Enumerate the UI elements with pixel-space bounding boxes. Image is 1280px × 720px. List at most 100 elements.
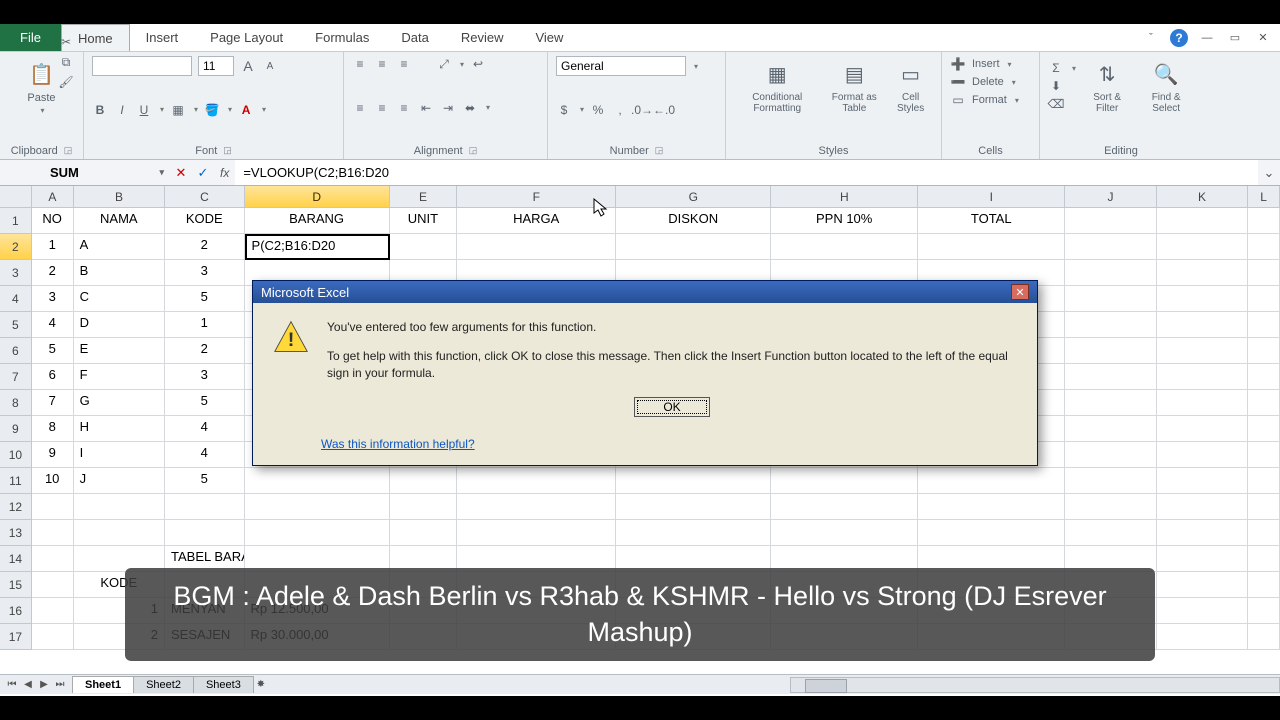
fill-color-icon[interactable]: 🪣 bbox=[204, 102, 220, 118]
cell-K16[interactable] bbox=[1157, 598, 1248, 624]
dialog-titlebar[interactable]: Microsoft Excel ✕ bbox=[253, 281, 1037, 303]
minimize-window-icon[interactable]: — bbox=[1198, 29, 1216, 47]
tab-data[interactable]: Data bbox=[385, 24, 444, 51]
row-header-14[interactable]: 14 bbox=[0, 546, 32, 572]
cell-A12[interactable] bbox=[32, 494, 74, 520]
column-header-C[interactable]: C bbox=[165, 186, 244, 208]
cell-B1[interactable]: NAMA bbox=[74, 208, 165, 234]
cell-J11[interactable] bbox=[1065, 468, 1156, 494]
cell-I13[interactable] bbox=[918, 520, 1065, 546]
cell-C6[interactable]: 2 bbox=[165, 338, 245, 364]
row-header-12[interactable]: 12 bbox=[0, 494, 32, 520]
cell-B13[interactable] bbox=[74, 520, 165, 546]
cells-delete-button[interactable]: ➖Delete▾ bbox=[950, 74, 1031, 90]
cell-A1[interactable]: NO bbox=[32, 208, 74, 234]
cell-A17[interactable] bbox=[32, 624, 74, 650]
align-bottom-icon[interactable]: ≡ bbox=[396, 56, 412, 72]
cell-I2[interactable] bbox=[918, 234, 1065, 260]
cell-J12[interactable] bbox=[1065, 494, 1156, 520]
horizontal-scrollbar[interactable] bbox=[790, 677, 1280, 693]
cell-C4[interactable]: 5 bbox=[165, 286, 245, 312]
align-middle-icon[interactable]: ≡ bbox=[374, 56, 390, 72]
cell-K15[interactable] bbox=[1157, 572, 1248, 598]
tab-page-layout[interactable]: Page Layout bbox=[194, 24, 299, 51]
cell-A14[interactable] bbox=[32, 546, 74, 572]
clipboard-launcher-icon[interactable]: ◲ bbox=[64, 145, 73, 157]
cell-B10[interactable]: I bbox=[74, 442, 165, 468]
cell-K9[interactable] bbox=[1157, 416, 1248, 442]
row-header-2[interactable]: 2 bbox=[0, 234, 32, 260]
cell-A6[interactable]: 5 bbox=[32, 338, 74, 364]
cell-C11[interactable]: 5 bbox=[165, 468, 245, 494]
orientation-icon[interactable]: ⤢ bbox=[436, 56, 452, 72]
column-header-K[interactable]: K bbox=[1157, 186, 1248, 208]
column-header-J[interactable]: J bbox=[1065, 186, 1156, 208]
restore-window-icon[interactable]: ▭ bbox=[1226, 29, 1244, 47]
tab-formulas[interactable]: Formulas bbox=[299, 24, 385, 51]
cell-B4[interactable]: C bbox=[74, 286, 165, 312]
cell-K6[interactable] bbox=[1157, 338, 1248, 364]
sheet-nav-next-icon[interactable]: ▶ bbox=[36, 679, 52, 690]
cell-K5[interactable] bbox=[1157, 312, 1248, 338]
cell-A9[interactable]: 8 bbox=[32, 416, 74, 442]
row-header-13[interactable]: 13 bbox=[0, 520, 32, 546]
cell-B8[interactable]: G bbox=[74, 390, 165, 416]
cell-B6[interactable]: E bbox=[74, 338, 165, 364]
align-left-icon[interactable]: ≡ bbox=[352, 100, 368, 116]
tab-view[interactable]: View bbox=[519, 24, 579, 51]
cell-K12[interactable] bbox=[1157, 494, 1248, 520]
cell-E11[interactable] bbox=[390, 468, 458, 494]
select-all-button[interactable] bbox=[0, 186, 32, 208]
cell-L13[interactable] bbox=[1248, 520, 1280, 546]
cell-L10[interactable] bbox=[1248, 442, 1280, 468]
sheet-nav-first-icon[interactable]: ⏮ bbox=[4, 679, 20, 690]
cell-C12[interactable] bbox=[165, 494, 245, 520]
cell-J2[interactable] bbox=[1065, 234, 1156, 260]
alignment-launcher-icon[interactable]: ◲ bbox=[469, 145, 478, 157]
cell-L9[interactable] bbox=[1248, 416, 1280, 442]
cell-J1[interactable] bbox=[1065, 208, 1156, 234]
increase-decimal-icon[interactable]: .0→ bbox=[634, 102, 650, 118]
column-header-F[interactable]: F bbox=[457, 186, 616, 208]
cell-G12[interactable] bbox=[616, 494, 771, 520]
cell-H11[interactable] bbox=[771, 468, 918, 494]
cell-C9[interactable]: 4 bbox=[165, 416, 245, 442]
help-icon[interactable]: ? bbox=[1170, 29, 1188, 47]
row-header-9[interactable]: 9 bbox=[0, 416, 32, 442]
cell-B3[interactable]: B bbox=[74, 260, 165, 286]
cell-J8[interactable] bbox=[1065, 390, 1156, 416]
cell-H12[interactable] bbox=[771, 494, 918, 520]
new-sheet-icon[interactable]: ✸ bbox=[253, 679, 269, 690]
dialog-close-icon[interactable]: ✕ bbox=[1011, 284, 1029, 300]
cell-C1[interactable]: KODE bbox=[165, 208, 245, 234]
cell-B9[interactable]: H bbox=[74, 416, 165, 442]
cell-K4[interactable] bbox=[1157, 286, 1248, 312]
cell-B7[interactable]: F bbox=[74, 364, 165, 390]
row-header-6[interactable]: 6 bbox=[0, 338, 32, 364]
cell-D11[interactable] bbox=[245, 468, 390, 494]
cell-J9[interactable] bbox=[1065, 416, 1156, 442]
cell-K17[interactable] bbox=[1157, 624, 1248, 650]
cell-E1[interactable]: UNIT bbox=[390, 208, 458, 234]
cell-A15[interactable] bbox=[32, 572, 74, 598]
cell-D2[interactable]: P(C2;B16:D20 bbox=[245, 234, 390, 260]
row-header-8[interactable]: 8 bbox=[0, 390, 32, 416]
sheet-tab-3[interactable]: Sheet3 bbox=[193, 676, 254, 693]
shrink-font-icon[interactable]: A bbox=[262, 58, 278, 74]
format-painter-icon[interactable]: 🖌 bbox=[58, 74, 74, 90]
row-header-1[interactable]: 1 bbox=[0, 208, 32, 234]
column-header-E[interactable]: E bbox=[390, 186, 458, 208]
align-right-icon[interactable]: ≡ bbox=[396, 100, 412, 116]
cell-styles-button[interactable]: ▭Cell Styles bbox=[888, 56, 933, 116]
row-header-11[interactable]: 11 bbox=[0, 468, 32, 494]
cell-L17[interactable] bbox=[1248, 624, 1280, 650]
cell-C5[interactable]: 1 bbox=[165, 312, 245, 338]
italic-icon[interactable]: I bbox=[114, 102, 130, 118]
cell-A11[interactable]: 10 bbox=[32, 468, 74, 494]
decrease-indent-icon[interactable]: ⇤ bbox=[418, 100, 434, 116]
cell-C2[interactable]: 2 bbox=[165, 234, 245, 260]
bold-icon[interactable]: B bbox=[92, 102, 108, 118]
cell-K13[interactable] bbox=[1157, 520, 1248, 546]
cell-L7[interactable] bbox=[1248, 364, 1280, 390]
cell-F12[interactable] bbox=[457, 494, 616, 520]
